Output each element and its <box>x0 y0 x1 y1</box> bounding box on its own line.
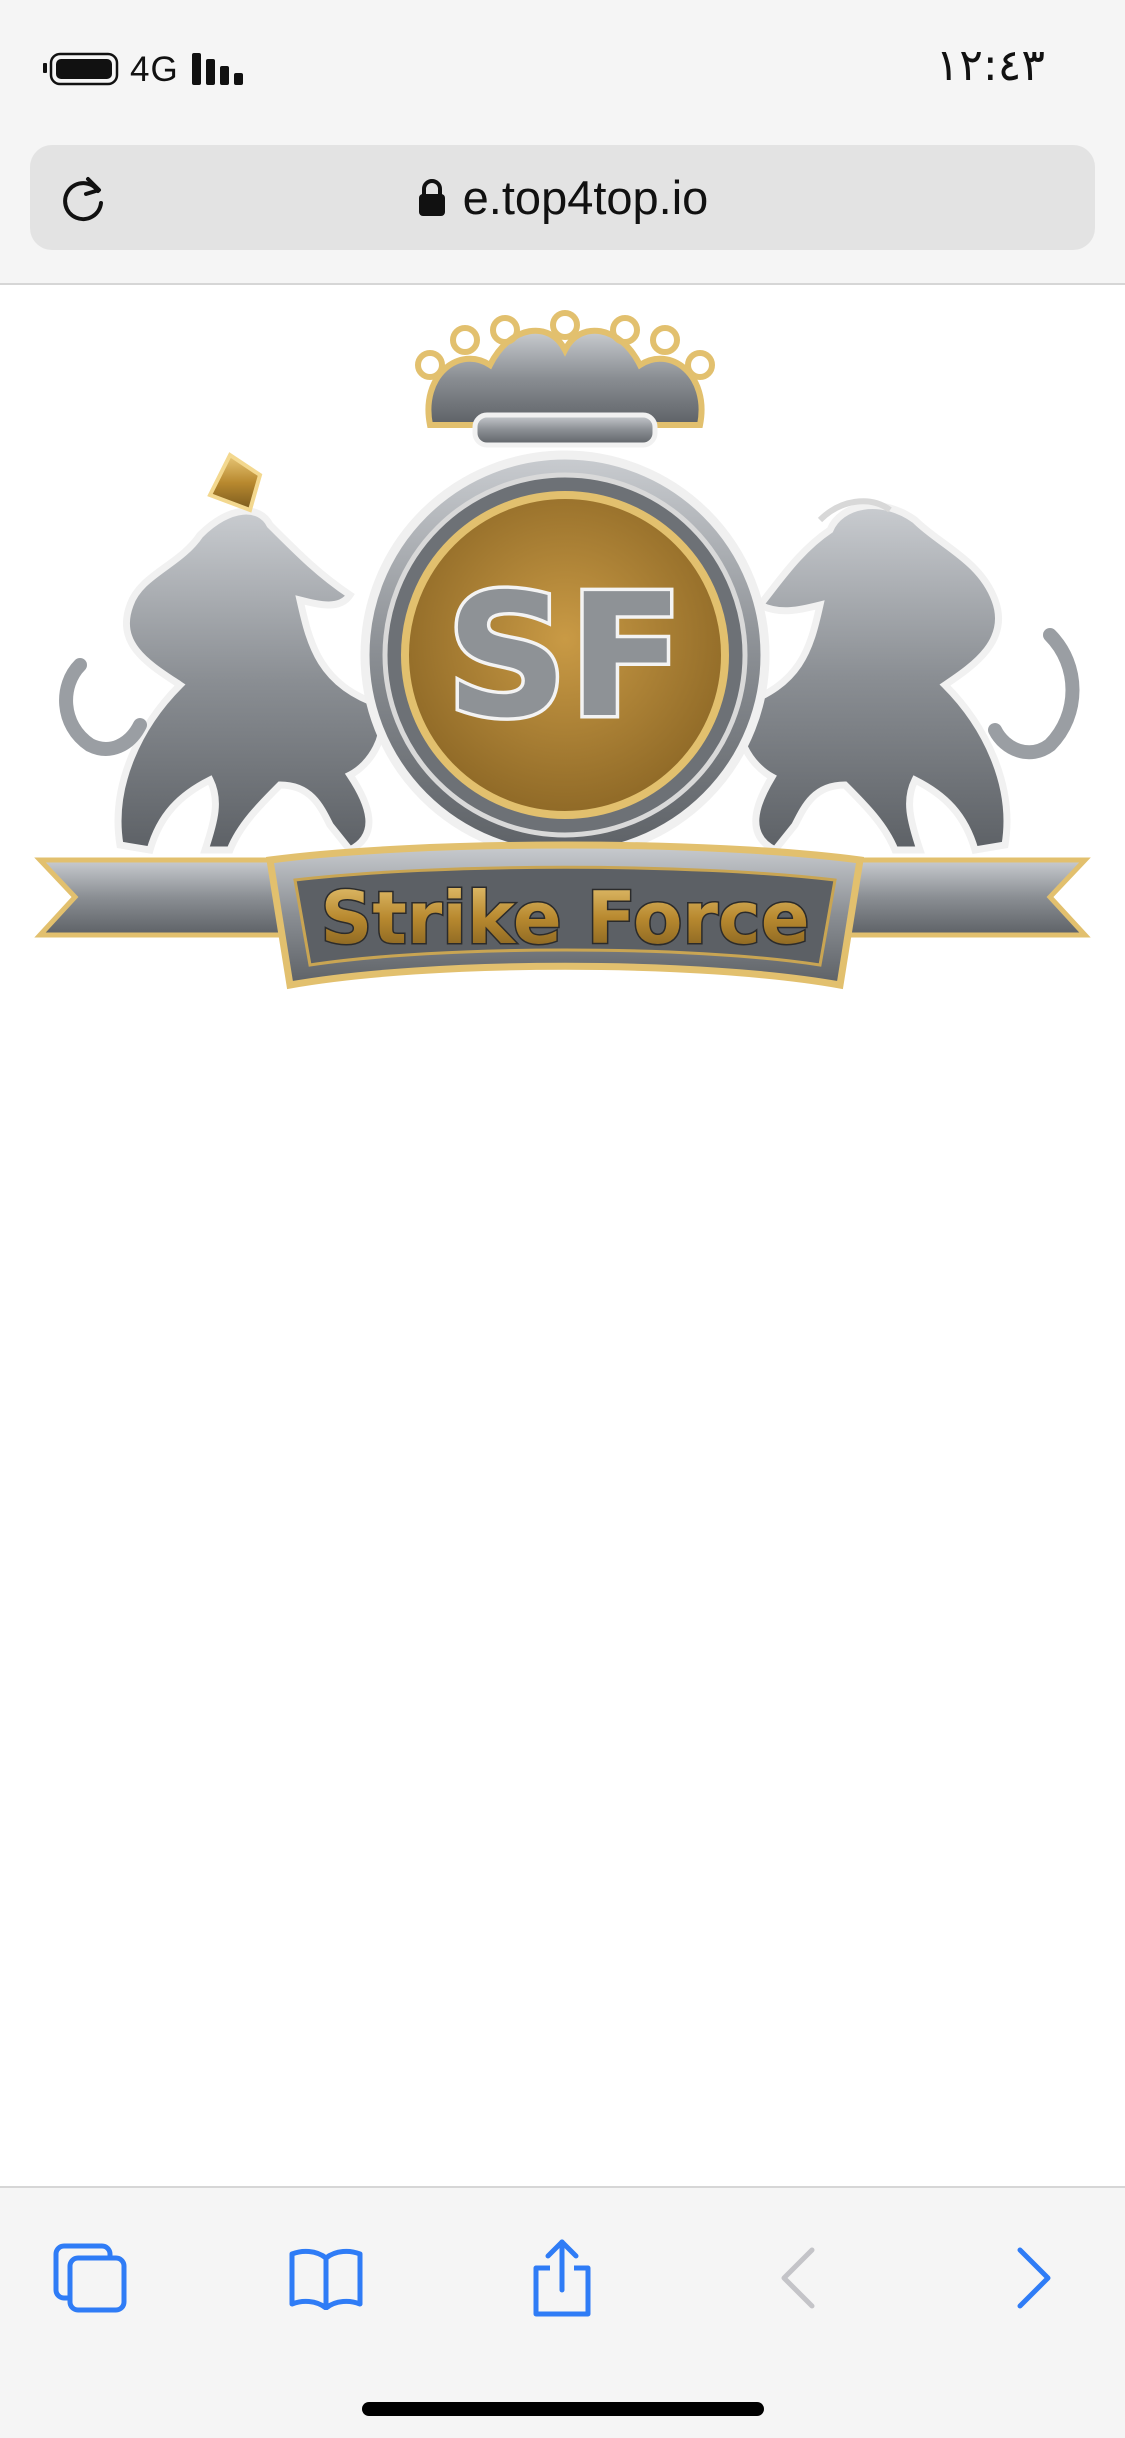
forward-button[interactable] <box>984 2228 1084 2328</box>
share-icon <box>533 2239 591 2317</box>
bookmarks-icon <box>289 2248 363 2310</box>
tabs-button[interactable] <box>40 2228 140 2328</box>
bookmarks-button[interactable] <box>276 2228 376 2328</box>
network-label: 4G <box>130 50 179 89</box>
url-text: e.top4top.io <box>462 171 709 224</box>
browser-toolbar <box>0 2186 1125 2438</box>
logo-initials: SF <box>446 558 685 756</box>
tabs-icon <box>53 2243 127 2313</box>
horse-icon <box>59 452 387 855</box>
back-icon <box>781 2247 815 2309</box>
lion-icon <box>734 498 1080 855</box>
logo-banner-text: Strike Force <box>320 876 809 960</box>
page-content: SF Strike Force <box>0 285 1125 2185</box>
share-button[interactable] <box>512 2228 612 2328</box>
address-bar[interactable]: e.top4top.io <box>30 145 1095 250</box>
crown-icon <box>415 310 715 448</box>
browser-top-bar: e.top4top.io <box>0 135 1125 285</box>
back-button[interactable] <box>748 2228 848 2328</box>
strike-force-logo: SF Strike Force <box>34 310 1091 990</box>
signal-bars-icon <box>192 53 243 85</box>
battery-icon <box>43 52 119 86</box>
lock-icon <box>417 178 447 218</box>
status-clock: ١٢:٤٣ <box>935 40 1045 91</box>
url-display[interactable]: e.top4top.io <box>30 145 1095 250</box>
home-indicator[interactable] <box>362 2402 764 2416</box>
status-bar: 4G ١٢:٤٣ <box>0 0 1125 135</box>
forward-icon <box>1017 2247 1051 2309</box>
